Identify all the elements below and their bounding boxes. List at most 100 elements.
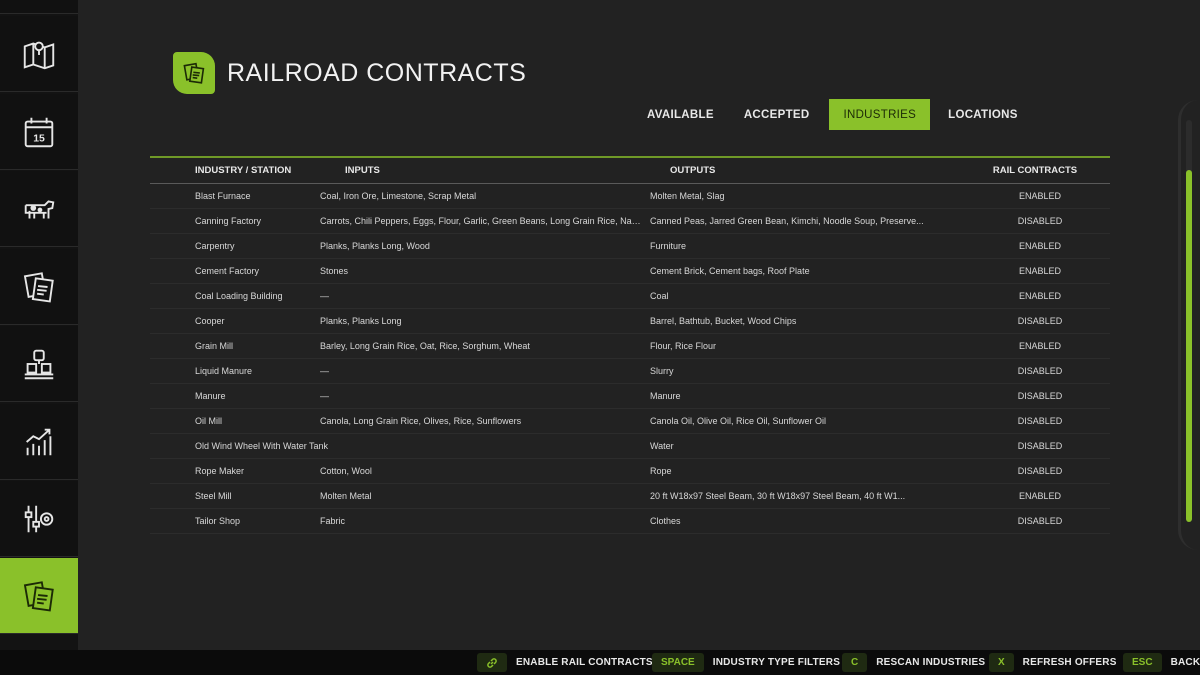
contracts-icon	[23, 271, 54, 302]
table-row[interactable]: Blast Furnace Coal, Iron Ore, Limestone, …	[150, 184, 1110, 209]
cell-industry-name: Grain Mill	[195, 341, 234, 351]
hint-industry-type-filters[interactable]: SPACE INDUSTRY TYPE FILTERS	[652, 653, 840, 672]
cell-industry-name: Liquid Manure	[195, 366, 253, 376]
cell-inputs: Carrots, Chili Peppers, Eggs, Flour, Gar…	[320, 216, 645, 226]
cell-outputs: Canned Peas, Jarred Green Bean, Kimchi, …	[650, 216, 924, 226]
sidebar-item-animals[interactable]	[0, 171, 78, 247]
cell-industry-name: Rope Maker	[195, 466, 245, 476]
sidebar-top-cap	[0, 0, 78, 14]
calendar-day: 15	[33, 133, 45, 144]
table-row[interactable]: Grain Mill Barley, Long Grain Rice, Oat, …	[150, 334, 1110, 359]
cell-industry-name: Coal Loading Building	[195, 291, 283, 301]
table-row[interactable]: Tailor Shop Fabric Clothes DISABLED	[150, 509, 1110, 534]
cell-outputs: Flour, Rice Flour	[650, 341, 717, 351]
map-icon	[23, 41, 55, 69]
sidebar-item-railroad-contracts[interactable]	[0, 558, 84, 634]
cell-industry-name: Steel Mill	[195, 491, 232, 501]
scrollbar-thumb[interactable]	[1186, 170, 1192, 522]
link-icon	[487, 657, 497, 668]
cell-rail-contracts-status: DISABLED	[1017, 216, 1063, 226]
cell-outputs: 20 ft W18x97 Steel Beam, 30 ft W18x97 St…	[650, 491, 906, 501]
table-row[interactable]: Canning Factory Carrots, Chili Peppers, E…	[150, 209, 1110, 234]
hint-label: BACK	[1170, 657, 1200, 668]
column-header-outputs: OUTPUTS	[670, 165, 716, 176]
table-row[interactable]: Coal Loading Building — Coal ENABLED	[150, 284, 1110, 309]
column-header-rail-contracts: RAIL CONTRACTS	[992, 165, 1078, 176]
cell-outputs: Cement Brick, Cement bags, Roof Plate	[650, 266, 810, 276]
hint-refresh-offers[interactable]: X REFRESH OFFERS	[989, 653, 1117, 672]
main-panel: RAILROAD CONTRACTS AVAILABLE ACCEPTED IN…	[78, 0, 1200, 650]
cell-rail-contracts-status: DISABLED	[1017, 366, 1063, 376]
tab-locations[interactable]: LOCATIONS	[934, 99, 1032, 130]
table-body: Blast Furnace Coal, Iron Ore, Limestone, …	[150, 184, 1110, 534]
cell-outputs: Clothes	[650, 516, 681, 526]
table-row[interactable]: Old Wind Wheel With Water Tank Water DISAB…	[150, 434, 1110, 459]
table-header: INDUSTRY / STATION INPUTS OUTPUTS RAIL C…	[150, 158, 1110, 184]
cell-industry-name: Canning Factory	[195, 216, 262, 226]
cell-rail-contracts-status: DISABLED	[1017, 391, 1063, 401]
production-icon	[24, 349, 54, 379]
cell-outputs: Manure	[650, 391, 681, 401]
hint-label: REFRESH OFFERS	[1022, 657, 1117, 668]
tab-available[interactable]: AVAILABLE	[633, 99, 728, 130]
cell-industry-name: Carpentry	[195, 241, 235, 251]
table-row[interactable]: Rope Maker Cotton, Wool Rope DISABLED	[150, 459, 1110, 484]
settings-icon	[24, 505, 54, 532]
cell-rail-contracts-status: ENABLED	[1018, 241, 1062, 251]
cell-outputs: Coal	[650, 291, 669, 301]
cell-outputs: Canola Oil, Olive Oil, Rice Oil, Sunflow…	[650, 416, 827, 426]
table-divider	[150, 156, 1110, 158]
hint-label: ENABLE RAIL CONTRACTS	[516, 657, 653, 668]
sidebar-item-statistics[interactable]	[0, 404, 78, 480]
cell-inputs: Planks, Planks Long, Wood	[320, 241, 430, 251]
hint-enable-rail-contracts[interactable]: ENABLE RAIL CONTRACTS	[477, 653, 653, 672]
table-row[interactable]: Cooper Planks, Planks Long Barrel, Bathtub…	[150, 309, 1110, 334]
cell-industry-name: Tailor Shop	[195, 516, 241, 526]
cell-rail-contracts-status: ENABLED	[1018, 291, 1062, 301]
hint-key[interactable]: C	[842, 653, 868, 672]
hint-key[interactable]	[477, 653, 507, 672]
cell-industry-name: Manure	[195, 391, 226, 401]
hint-key[interactable]: X	[989, 653, 1014, 672]
tab-bar: AVAILABLE ACCEPTED INDUSTRIES LOCATIONS	[633, 99, 1032, 130]
sidebar-item-map[interactable]	[0, 16, 78, 92]
hint-label: INDUSTRY TYPE FILTERS	[712, 657, 841, 668]
tab-accepted[interactable]: ACCEPTED	[730, 99, 824, 130]
cell-industry-name: Blast Furnace	[195, 191, 251, 201]
table-row[interactable]: Oil Mill Canola, Long Grain Rice, Olives,…	[150, 409, 1110, 434]
cell-industry-name: Cooper	[195, 316, 225, 326]
cell-outputs: Rope	[650, 466, 672, 476]
scrollbar[interactable]	[1178, 100, 1200, 550]
cell-rail-contracts-status: DISABLED	[1017, 441, 1063, 451]
cell-outputs: Slurry	[650, 366, 674, 376]
table-row[interactable]: Steel Mill Molten Metal 20 ft W18x97 Steel…	[150, 484, 1110, 509]
hint-rescan-industries[interactable]: C RESCAN INDUSTRIES	[842, 653, 985, 672]
cell-rail-contracts-status: ENABLED	[1018, 191, 1062, 201]
hint-key[interactable]: SPACE	[652, 653, 704, 672]
cell-inputs: Canola, Long Grain Rice, Olives, Rice, S…	[320, 416, 522, 426]
table-row[interactable]: Manure — Manure DISABLED	[150, 384, 1110, 409]
cell-industry-name: Cement Factory	[195, 266, 260, 276]
table-row[interactable]: Cement Factory Stones Cement Brick, Cement…	[150, 259, 1110, 284]
cell-inputs: Planks, Planks Long	[320, 316, 402, 326]
sidebar-item-contracts[interactable]	[0, 249, 78, 325]
table-row[interactable]: Liquid Manure — Slurry DISABLED	[150, 359, 1110, 384]
cell-rail-contracts-status: DISABLED	[1017, 416, 1063, 426]
cell-industry-name: Oil Mill	[195, 416, 222, 426]
hint-key[interactable]: ESC	[1123, 653, 1162, 672]
page-title: RAILROAD CONTRACTS	[227, 58, 527, 87]
sidebar-item-settings[interactable]	[0, 481, 78, 557]
sidebar-item-production[interactable]	[0, 326, 78, 402]
tab-industries[interactable]: INDUSTRIES	[829, 99, 931, 130]
hint-back[interactable]: ESC BACK	[1123, 653, 1200, 672]
cell-inputs: Barley, Long Grain Rice, Oat, Rice, Sorg…	[320, 341, 530, 351]
cell-inputs: Stones	[320, 266, 349, 276]
statistics-icon	[26, 428, 52, 455]
hint-label: RESCAN INDUSTRIES	[876, 657, 986, 668]
sidebar-item-calendar[interactable]: 15	[0, 94, 78, 170]
cell-industry-name: Old Wind Wheel With Water Tank	[195, 441, 329, 451]
cell-rail-contracts-status: DISABLED	[1017, 466, 1063, 476]
cell-inputs: —	[320, 366, 329, 376]
table-row[interactable]: Carpentry Planks, Planks Long, Wood Furnit…	[150, 234, 1110, 259]
cell-outputs: Barrel, Bathtub, Bucket, Wood Chips	[650, 316, 797, 326]
